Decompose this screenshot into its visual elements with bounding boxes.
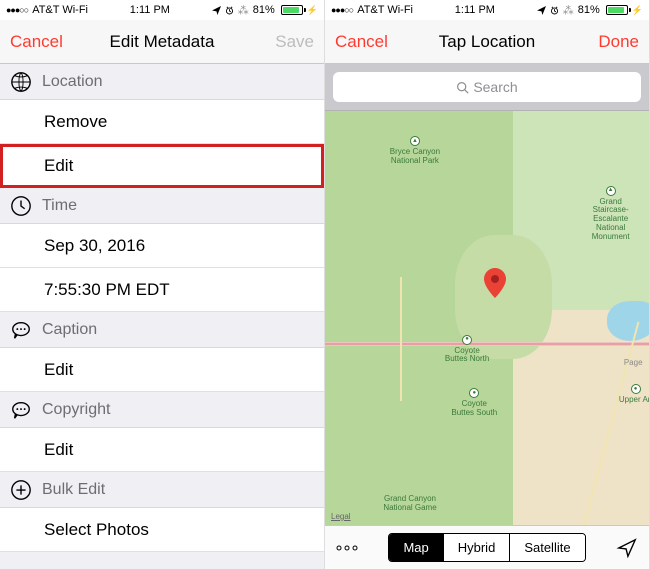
status-time: 1:11 PM <box>455 4 495 16</box>
right-screen: ●●●○○ AT&T Wi-Fi 1:11 PM ⁂ 81% ⚡ Cancel … <box>325 0 650 569</box>
section-copyright-label: Copyright <box>42 401 110 419</box>
section-copyright: Copyright <box>0 392 324 428</box>
row-copyright-edit[interactable]: Edit <box>0 428 324 472</box>
metadata-list: Location Remove Edit Time Sep 30, 2016 7… <box>0 64 324 569</box>
alarm-icon <box>550 6 559 15</box>
segment-map[interactable]: Map <box>389 534 443 561</box>
search-bar-container: Search <box>325 64 649 111</box>
battery-icon: ⚡ <box>604 5 643 16</box>
section-caption-label: Caption <box>42 321 97 339</box>
map-label-buttes-s: ●Coyote Buttes South <box>451 388 497 418</box>
section-caption: Caption <box>0 312 324 348</box>
map-legal-link[interactable]: Legal <box>331 512 351 521</box>
more-icon[interactable] <box>333 534 361 562</box>
nav-bar: Cancel Tap Location Done <box>325 20 649 64</box>
row-location-edit[interactable]: Edit <box>0 144 324 188</box>
status-bar: ●●●○○ AT&T Wi-Fi 1:11 PM ⁂ 81% ⚡ <box>325 0 649 20</box>
section-time-label: Time <box>42 197 77 215</box>
clock-icon <box>10 195 32 217</box>
nav-bar: Cancel Edit Metadata Save <box>0 20 324 64</box>
map-label-upper: ●Upper An <box>619 384 649 405</box>
speech-icon <box>10 319 32 341</box>
section-time: Time <box>0 188 324 224</box>
cancel-button[interactable]: Cancel <box>335 32 395 52</box>
section-bulk-label: Bulk Edit <box>42 481 105 499</box>
map-label-page: Page <box>624 359 643 368</box>
signal-dots-icon: ●●●○○ <box>331 5 353 15</box>
row-location-remove[interactable]: Remove <box>0 100 324 144</box>
segment-hybrid[interactable]: Hybrid <box>444 534 511 561</box>
map[interactable]: ▲Bryce Canyon National Park ▲Grand Stair… <box>325 111 649 525</box>
save-button[interactable]: Save <box>254 32 314 52</box>
map-pin-icon[interactable] <box>484 268 506 290</box>
nav-title: Tap Location <box>395 32 579 52</box>
speech-icon <box>10 399 32 421</box>
bluetooth-icon: ⁂ <box>238 4 249 17</box>
search-placeholder: Search <box>473 79 517 95</box>
row-time-value[interactable]: 7:55:30 PM EDT <box>0 268 324 312</box>
location-arrow-icon <box>212 6 221 15</box>
alarm-icon <box>225 6 234 15</box>
segment-satellite[interactable]: Satellite <box>510 534 584 561</box>
search-icon <box>456 81 469 94</box>
globe-icon <box>10 71 32 93</box>
lake-icon <box>607 301 649 341</box>
status-time: 1:11 PM <box>130 4 170 16</box>
map-label-buttes-n: ●Coyote Buttes North <box>445 335 489 365</box>
section-location-label: Location <box>42 73 103 91</box>
row-time-date[interactable]: Sep 30, 2016 <box>0 224 324 268</box>
locate-icon[interactable] <box>613 534 641 562</box>
done-button[interactable]: Done <box>579 32 639 52</box>
map-type-segment: Map Hybrid Satellite <box>388 533 585 562</box>
battery-icon: ⚡ <box>279 5 318 16</box>
row-caption-edit[interactable]: Edit <box>0 348 324 392</box>
map-toolbar: Map Hybrid Satellite <box>325 525 649 569</box>
signal-dots-icon: ●●●○○ <box>6 5 28 15</box>
section-location: Location <box>0 64 324 100</box>
map-label-canyon: Grand Canyon National Game <box>383 495 436 513</box>
map-label-staircase: ▲Grand Staircase- Escalante National Mon… <box>592 186 630 242</box>
search-input[interactable]: Search <box>333 72 641 102</box>
row-bulk-select[interactable]: Select Photos <box>0 508 324 552</box>
nav-title: Edit Metadata <box>70 32 254 52</box>
cancel-button[interactable]: Cancel <box>10 32 70 52</box>
battery-pct: 81% <box>253 4 275 16</box>
bluetooth-icon: ⁂ <box>563 4 574 17</box>
status-bar: ●●●○○ AT&T Wi-Fi 1:11 PM ⁂ 81% ⚡ <box>0 0 324 20</box>
plus-circle-icon <box>10 479 32 501</box>
carrier-label: AT&T Wi-Fi <box>32 4 88 16</box>
carrier-label: AT&T Wi-Fi <box>357 4 413 16</box>
location-arrow-icon <box>537 6 546 15</box>
section-bulk: Bulk Edit <box>0 472 324 508</box>
left-screen: ●●●○○ AT&T Wi-Fi 1:11 PM ⁂ 81% ⚡ Cancel … <box>0 0 325 569</box>
battery-pct: 81% <box>578 4 600 16</box>
map-label-bryce: ▲Bryce Canyon National Park <box>390 136 440 166</box>
